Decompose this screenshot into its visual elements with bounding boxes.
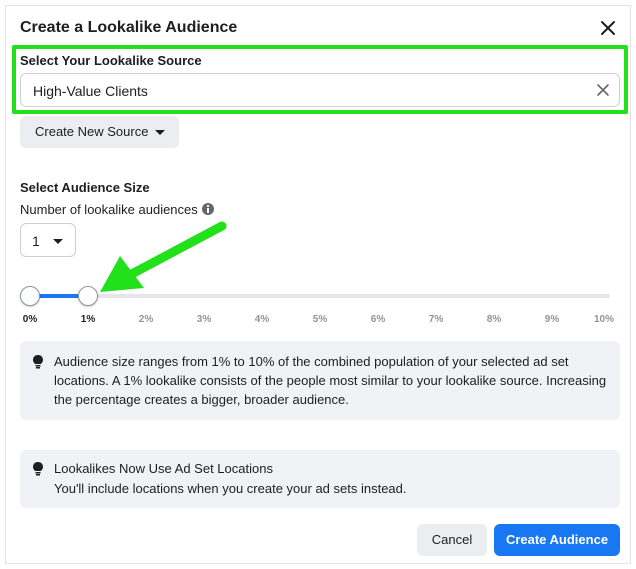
slider-tick-label: 2% <box>138 314 154 325</box>
arrow-annotation-icon <box>100 221 227 292</box>
create-new-source-button[interactable]: Create New Source <box>20 116 179 148</box>
locations-info-text: You'll include locations when you create… <box>54 481 407 496</box>
number-of-audiences-label: Number of lookalike audiences <box>20 202 198 217</box>
create-audience-button[interactable]: Create Audience <box>494 524 620 556</box>
slider-tick-label: 3% <box>196 314 212 325</box>
locations-info-box: Lookalikes Now Use Ad Set Locations You'… <box>20 450 620 508</box>
clear-source-button[interactable] <box>595 82 611 98</box>
caret-down-icon <box>53 239 63 244</box>
locations-info-title: Lookalikes Now Use Ad Set Locations <box>54 461 273 476</box>
slider-tick-label: 6% <box>370 314 386 325</box>
slider-start-handle[interactable] <box>20 286 40 306</box>
slider-tick-label: 7% <box>428 314 444 325</box>
source-value: High-Value Clients <box>33 83 148 99</box>
slider-tick-label: 8% <box>486 314 502 325</box>
lookalike-source-input[interactable]: High-Value Clients <box>20 73 620 107</box>
clear-icon <box>597 84 609 96</box>
number-of-audiences-value: 1 <box>32 233 40 249</box>
cancel-button[interactable]: Cancel <box>417 524 487 556</box>
create-new-source-label: Create New Source <box>35 124 149 139</box>
slider-tick-label: 9% <box>544 314 560 325</box>
caret-down-icon <box>155 130 165 135</box>
slider-tick-label: 10% <box>593 314 615 325</box>
lightbulb-icon <box>33 462 43 476</box>
dialog-title: Create a Lookalike Audience <box>20 19 238 36</box>
slider-ticks: 0% 1% 2% 3% 4% 5% 6% 7% 8% 9% 10% <box>6 314 636 328</box>
source-label: Select Your Lookalike Source <box>20 53 202 68</box>
close-icon <box>601 21 615 35</box>
slider-tick-label: 4% <box>254 314 270 325</box>
audience-size-label: Select Audience Size <box>20 180 150 195</box>
slider-tick-label: 1% <box>80 314 96 325</box>
info-icon[interactable] <box>202 203 214 215</box>
lightbulb-icon <box>33 355 43 369</box>
close-button[interactable] <box>598 18 618 38</box>
audience-size-info-text: Audience size ranges from 1% to 10% of t… <box>54 354 607 407</box>
audience-size-info-box: Audience size ranges from 1% to 10% of t… <box>20 341 620 420</box>
lookalike-dialog: Create a Lookalike Audience Select Your … <box>5 5 631 564</box>
slider-tick-label: 0% <box>22 314 38 325</box>
slider-tick-label: 5% <box>312 314 328 325</box>
number-of-audiences-select[interactable]: 1 <box>20 223 76 257</box>
